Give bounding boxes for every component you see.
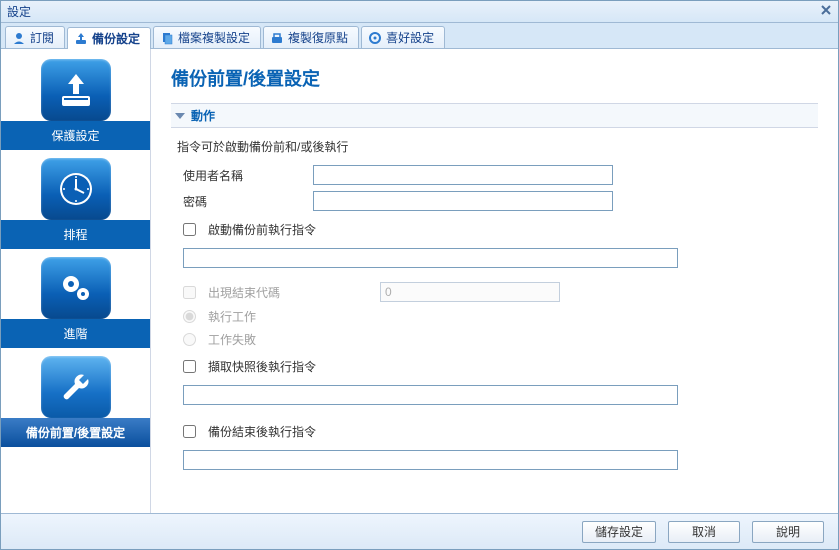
tab-label: 複製復原點 (288, 29, 348, 46)
body: 保護設定 排程 (1, 49, 838, 513)
settings-window: 設定 訂閱 備份設定 檔案複製設定 (0, 0, 839, 550)
sidebar-item-label: 排程 (1, 220, 150, 249)
run-job-label: 執行工作 (208, 308, 256, 325)
post-backup-checkbox[interactable] (183, 425, 196, 438)
tab-file-copy-settings[interactable]: 檔案複製設定 (153, 26, 261, 48)
row-post-snapshot: 擷取快照後執行指令 (183, 358, 818, 375)
sidebar-item-label: 進階 (1, 319, 150, 348)
tab-label: 備份設定 (92, 30, 140, 47)
post-backup-input[interactable] (183, 450, 678, 470)
section-description: 指令可於啟動備份前和/或後執行 (177, 138, 818, 155)
row-exit-code: 出現結束代碼 (183, 282, 818, 302)
sidebar-item-label: 保護設定 (1, 121, 150, 150)
tabstrip: 訂閱 備份設定 檔案複製設定 複製復原點 喜好設定 (1, 23, 838, 49)
run-job-radio (183, 310, 196, 323)
fail-job-radio (183, 333, 196, 346)
row-fail-job: 工作失敗 (183, 331, 818, 348)
wrench-icon (41, 356, 111, 418)
save-button[interactable]: 儲存設定 (582, 521, 656, 543)
tab-label: 檔案複製設定 (178, 29, 250, 46)
sidebar: 保護設定 排程 (1, 49, 151, 513)
post-snapshot-checkbox[interactable] (183, 360, 196, 373)
drive-download-icon (41, 59, 111, 121)
tab-backup-settings[interactable]: 備份設定 (67, 27, 151, 49)
tab-label: 喜好設定 (386, 29, 434, 46)
titlebar: 設定 (1, 1, 838, 23)
page-title: 備份前置/後置設定 (171, 65, 818, 91)
tab-preferences[interactable]: 喜好設定 (361, 26, 445, 48)
pre-command-label: 啟動備份前執行指令 (208, 221, 316, 238)
row-post-backup: 備份結束後執行指令 (183, 423, 818, 440)
chevron-down-icon (175, 113, 185, 119)
post-snapshot-label: 擷取快照後執行指令 (208, 358, 316, 375)
close-button[interactable] (818, 4, 834, 20)
tab-copy-restore-point[interactable]: 複製復原點 (263, 26, 359, 48)
sidebar-item-advanced[interactable]: 進階 (1, 257, 150, 348)
sidebar-item-label: 備份前置/後置設定 (1, 418, 150, 447)
password-label: 密碼 (183, 193, 313, 210)
row-username: 使用者名稱 (183, 165, 818, 185)
sidebar-item-pre-post[interactable]: 備份前置/後置設定 (1, 356, 150, 447)
close-icon (820, 4, 832, 19)
post-snapshot-block (183, 381, 818, 413)
username-label: 使用者名稱 (183, 167, 313, 184)
help-button[interactable]: 說明 (752, 521, 824, 543)
tab-label: 訂閱 (30, 29, 54, 46)
fail-job-label: 工作失敗 (208, 331, 256, 348)
footer: 儲存設定 取消 說明 (1, 513, 838, 549)
gear-small-icon (368, 31, 382, 45)
pre-command-checkbox[interactable] (183, 223, 196, 236)
exit-code-label: 出現結束代碼 (208, 284, 368, 301)
post-snapshot-input[interactable] (183, 385, 678, 405)
row-run-job: 執行工作 (183, 308, 818, 325)
cancel-button[interactable]: 取消 (668, 521, 740, 543)
exit-code-input (380, 282, 560, 302)
pre-command-block: 出現結束代碼 執行工作 工作失敗 (183, 244, 818, 348)
copy-restore-icon (270, 31, 284, 45)
row-pre-command: 啟動備份前執行指令 (183, 221, 818, 238)
exit-code-checkbox (183, 286, 196, 299)
post-backup-block (183, 446, 818, 478)
pre-command-input[interactable] (183, 248, 678, 268)
drive-icon (74, 32, 88, 46)
clock-icon (41, 158, 111, 220)
tab-subscription[interactable]: 訂閱 (5, 26, 65, 48)
main-content: 備份前置/後置設定 動作 指令可於啟動備份前和/或後執行 使用者名稱 密碼 啟動… (151, 49, 838, 513)
password-input[interactable] (313, 191, 613, 211)
username-input[interactable] (313, 165, 613, 185)
sidebar-item-protection[interactable]: 保護設定 (1, 59, 150, 150)
row-password: 密碼 (183, 191, 818, 211)
gears-icon (41, 257, 111, 319)
user-icon (12, 31, 26, 45)
sidebar-item-schedule[interactable]: 排程 (1, 158, 150, 249)
section-actions-header[interactable]: 動作 (171, 103, 818, 128)
section-title: 動作 (191, 107, 215, 124)
files-icon (160, 31, 174, 45)
post-backup-label: 備份結束後執行指令 (208, 423, 316, 440)
window-title: 設定 (7, 3, 31, 20)
